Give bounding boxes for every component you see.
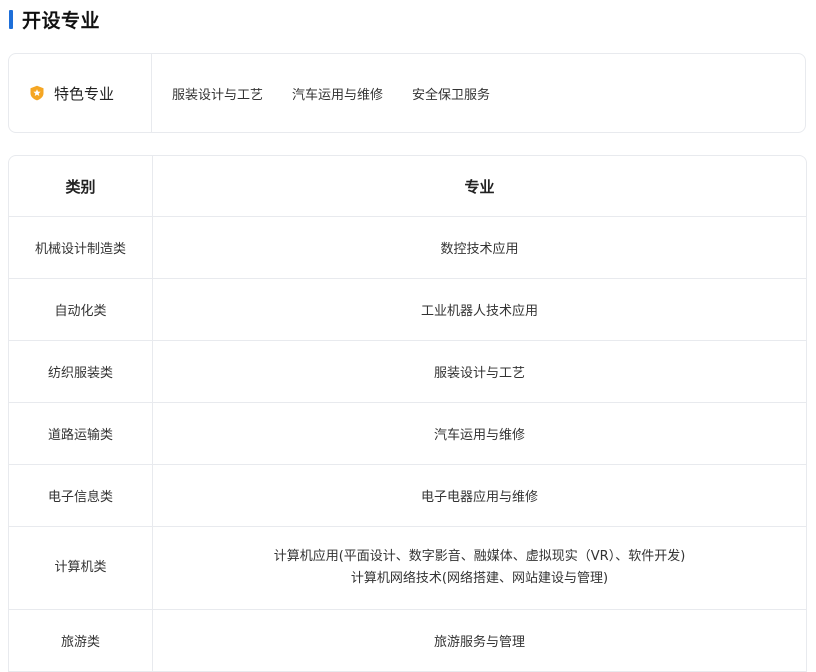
table-header-row: 类别 专业 bbox=[9, 156, 806, 217]
major-name: 计算机网络技术(网络搭建、网站建设与管理) bbox=[350, 571, 609, 586]
table-row: 纺织服装类 服装设计与工艺 bbox=[9, 340, 806, 403]
major-column-header: 专业 bbox=[152, 156, 806, 217]
page-title: 开设专业 bbox=[22, 9, 101, 32]
major-cell: 汽车运用与维修 bbox=[152, 402, 806, 465]
category-column-header: 类别 bbox=[9, 156, 153, 217]
major-name: 汽车运用与维修 bbox=[433, 428, 525, 443]
featured-list: 服装设计与工艺 汽车运用与维修 安全保卫服务 bbox=[152, 54, 519, 132]
major-cell: 电子电器应用与维修 bbox=[152, 464, 806, 527]
page: 开设专业 特色专业 服装设计与工艺 汽车运用与维修 安全保卫服务 类别 专业 机… bbox=[0, 0, 816, 672]
title-accent-bar bbox=[9, 9, 13, 29]
majors-table: 类别 专业 机械设计制造类 数控技术应用 自动化类 工业机器人技术应用 纺织服装… bbox=[9, 156, 806, 672]
category-cell: 旅游类 bbox=[9, 609, 153, 672]
major-cell: 数控技术应用 bbox=[152, 216, 806, 279]
category-cell: 自动化类 bbox=[9, 278, 153, 341]
table-row: 电子信息类 电子电器应用与维修 bbox=[9, 464, 806, 527]
major-cell: 服装设计与工艺 bbox=[152, 340, 806, 403]
category-cell: 纺织服装类 bbox=[9, 340, 153, 403]
major-name: 旅游服务与管理 bbox=[433, 635, 525, 650]
category-cell: 机械设计制造类 bbox=[9, 216, 153, 279]
featured-majors-card: 特色专业 服装设计与工艺 汽车运用与维修 安全保卫服务 bbox=[8, 53, 806, 133]
category-cell: 计算机类 bbox=[9, 526, 153, 610]
featured-label-text: 特色专业 bbox=[54, 84, 115, 103]
major-cell: 计算机应用(平面设计、数字影音、融媒体、虚拟现实（VR）、软件开发) 计算机网络… bbox=[152, 526, 806, 610]
major-name: 数控技术应用 bbox=[440, 242, 519, 257]
table-row: 自动化类 工业机器人技术应用 bbox=[9, 278, 806, 341]
featured-label: 特色专业 bbox=[9, 54, 152, 132]
table-row: 旅游类 旅游服务与管理 bbox=[9, 609, 806, 672]
category-cell: 电子信息类 bbox=[9, 464, 153, 527]
table-row: 机械设计制造类 数控技术应用 bbox=[9, 216, 806, 279]
major-name: 服装设计与工艺 bbox=[433, 366, 525, 381]
featured-item[interactable]: 安全保卫服务 bbox=[412, 84, 490, 103]
table-row: 道路运输类 汽车运用与维修 bbox=[9, 402, 806, 465]
major-name: 电子电器应用与维修 bbox=[420, 490, 538, 505]
major-name: 计算机应用(平面设计、数字影音、融媒体、虚拟现实（VR）、软件开发) bbox=[273, 549, 686, 564]
featured-item[interactable]: 服装设计与工艺 bbox=[172, 84, 263, 103]
star-badge-icon bbox=[29, 85, 45, 101]
majors-table-container: 类别 专业 机械设计制造类 数控技术应用 自动化类 工业机器人技术应用 纺织服装… bbox=[8, 155, 807, 672]
section-header: 开设专业 bbox=[9, 7, 101, 32]
category-cell: 道路运输类 bbox=[9, 402, 153, 465]
major-cell: 工业机器人技术应用 bbox=[152, 278, 806, 341]
major-name: 工业机器人技术应用 bbox=[420, 304, 538, 319]
table-row: 计算机类 计算机应用(平面设计、数字影音、融媒体、虚拟现实（VR）、软件开发) … bbox=[9, 526, 806, 610]
featured-item[interactable]: 汽车运用与维修 bbox=[292, 84, 383, 103]
major-cell: 旅游服务与管理 bbox=[152, 609, 806, 672]
